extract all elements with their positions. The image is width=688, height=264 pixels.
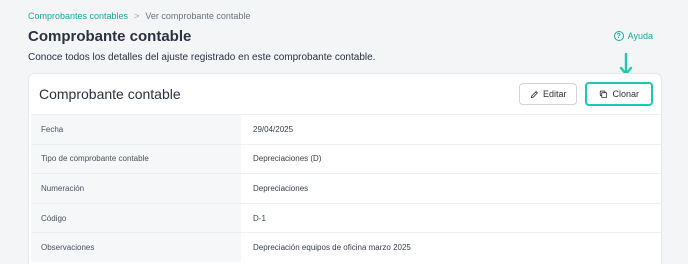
edit-button[interactable]: Editar [518, 83, 578, 105]
chevron-right-icon: > [134, 11, 140, 21]
detail-row-numeracion: Numeración Depreciaciones [31, 173, 661, 203]
card-actions: Editar Clonar [518, 82, 653, 106]
detail-row-codigo: Código D-1 [31, 202, 661, 233]
breadcrumb-link-comprobantes[interactable]: Comprobantes contables [28, 11, 128, 21]
detail-label: Código [31, 203, 241, 233]
detail-value: D-1 [253, 213, 266, 223]
detail-label: Tipo de comprobante contable [31, 144, 241, 174]
detail-label: Fecha [31, 115, 241, 144]
detail-value: Depreciaciones (D) [253, 154, 322, 164]
detail-label: Numeración [31, 174, 241, 203]
breadcrumb-current: Ver comprobante contable [145, 11, 251, 21]
detail-label: Observaciones [31, 233, 241, 262]
help-circle-icon: ? [613, 31, 624, 41]
detail-value: Depreciaciones [253, 183, 309, 193]
detail-value: Depreciación equipos de oficina marzo 20… [253, 243, 411, 253]
clone-button-label: Clonar [612, 89, 639, 99]
edit-button-label: Editar [542, 89, 567, 99]
clone-button[interactable]: Clonar [585, 82, 653, 106]
pencil-icon [530, 90, 538, 98]
help-label: Ayuda [627, 31, 653, 41]
page-subtitle: Conoce todos los detalles del ajuste reg… [28, 52, 376, 63]
help-link[interactable]: ? Ayuda [613, 31, 653, 41]
detail-row-tipo: Tipo de comprobante contable Depreciacio… [31, 143, 661, 174]
card-title: Comprobante contable [39, 86, 181, 102]
details-table: Fecha 29/04/2025 Tipo de comprobante con… [31, 114, 661, 262]
detail-row-observaciones: Observaciones Depreciación equipos de of… [31, 232, 661, 262]
detail-card: Comprobante contable Editar Clonar Fecha… [28, 73, 662, 264]
detail-row-fecha: Fecha 29/04/2025 [31, 114, 661, 144]
card-header: Comprobante contable Editar Clonar [29, 74, 661, 114]
breadcrumb: Comprobantes contables > Ver comprobante… [28, 11, 250, 21]
detail-value: 29/04/2025 [253, 124, 294, 134]
page-title: Comprobante contable [28, 28, 192, 45]
copy-icon [600, 90, 608, 98]
